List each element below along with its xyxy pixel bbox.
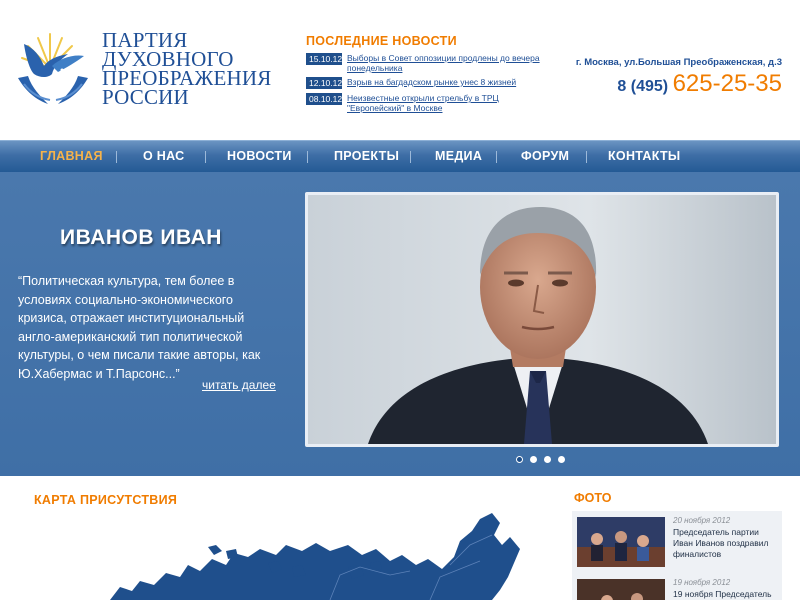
nav-item-media[interactable]: МЕДИА [435,149,482,163]
photo-image [577,517,665,567]
news-item: 12.10.12 Взрыв на багдадском рынке унес … [306,77,566,89]
latest-news-title: ПОСЛЕДНИЕ НОВОСТИ [306,34,457,48]
photo-title: ФОТО [574,491,612,505]
news-link[interactable]: Неизвестные открыли стрельбу в ТРЦ "Евро… [347,93,547,113]
photo-caption[interactable]: 19 ноября Председатель партии Иван Ивано… [673,589,777,600]
nav-item-forum[interactable]: ФОРУМ [521,149,569,163]
slider-dot[interactable] [558,456,565,463]
phone-number: 625-25-35 [672,70,782,97]
news-date: 15.10.12 [306,53,342,65]
portrait-image [308,195,776,444]
nav-item-projects[interactable]: ПРОЕКТЫ [334,149,399,163]
nav-separator [205,151,206,163]
nav-separator [116,151,117,163]
party-name[interactable]: ПАРТИЯ ДУХОВНОГО ПРЕОБРАЖЕНИЯ РОССИИ [102,30,292,109]
main-nav: ГЛАВНАЯ О НАС НОВОСТИ ПРОЕКТЫ МЕДИА ФОРУ… [0,140,800,172]
page: ПАРТИЯ ДУХОВНОГО ПРЕОБРАЖЕНИЯ РОССИИ ПОС… [0,0,800,600]
address: г. Москва, ул.Большая Преображенская, д.… [575,57,782,68]
party-name-line: РОССИИ [102,85,189,109]
photo-thumbnail[interactable] [577,517,665,567]
news-item: 08.10.12 Неизвестные открыли стрельбу в … [306,93,566,113]
photo-date: 19 ноября 2012 [673,578,731,587]
hero-quote: “Политическая культура, тем более в усло… [18,274,261,381]
hero-name: ИВАНОВ ИВАН [60,226,222,249]
slider-dot[interactable] [530,456,537,463]
photo-thumbnail[interactable] [577,579,665,600]
photo-date: 20 ноября 2012 [673,516,731,525]
nav-separator [307,151,308,163]
news-item: 15.10.12 Выборы в Совет оппозиции продле… [306,53,566,73]
news-date: 08.10.12 [306,93,342,105]
nav-item-about[interactable]: О НАС [143,149,184,163]
header: ПАРТИЯ ДУХОВНОГО ПРЕОБРАЖЕНИЯ РОССИИ ПОС… [0,0,800,140]
phone-code: 8 (495) [617,78,669,95]
nav-item-home[interactable]: ГЛАВНАЯ [40,149,103,163]
news-link[interactable]: Взрыв на багдадском рынке унес 8 жизней [347,77,547,87]
hero-photo[interactable] [305,192,779,447]
slider-dots [516,456,572,463]
read-more-link[interactable]: читать далее [202,378,276,392]
news-link[interactable]: Выборы в Совет оппозиции продлены до веч… [347,53,547,73]
photo-image [577,579,665,600]
dove-logo-icon[interactable] [14,26,94,112]
news-date: 12.10.12 [306,77,342,89]
photo-list: 20 ноября 2012 Председатель партии Иван … [572,511,782,600]
latest-news: ПОСЛЕДНИЕ НОВОСТИ 15.10.12 Выборы в Сове… [306,34,566,117]
nav-item-news[interactable]: НОВОСТИ [227,149,292,163]
nav-separator [496,151,497,163]
nav-item-contacts[interactable]: КОНТАКТЫ [608,149,680,163]
hero-slider: ИВАНОВ ИВАН “Политическая культура, тем … [0,172,800,476]
slider-dot[interactable] [544,456,551,463]
nav-separator [586,151,587,163]
nav-separator [410,151,411,163]
photo-caption[interactable]: Председатель партии Иван Иванов поздрави… [673,527,777,560]
slider-dot-active[interactable] [516,456,523,463]
phone: 8 (495) 625-25-35 [560,70,782,98]
presence-map[interactable] [30,505,540,600]
